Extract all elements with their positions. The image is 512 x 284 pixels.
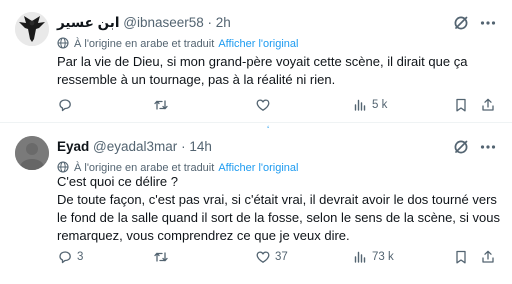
- timestamp[interactable]: 2h: [216, 15, 231, 30]
- separator: ·: [207, 15, 213, 30]
- tweet-header: Eyad @eyadal3mar · 14h: [57, 138, 212, 156]
- show-original-link[interactable]: Afficher l'original: [218, 38, 298, 50]
- like-count: 37: [275, 251, 288, 263]
- avatar[interactable]: [15, 136, 49, 170]
- like-icon: [256, 99, 270, 111]
- avatar-image: [15, 136, 49, 170]
- reply-count: 3: [77, 251, 84, 263]
- translation-note: À l'origine en arabe et traduit Afficher …: [57, 37, 298, 51]
- timestamp[interactable]: 14h: [189, 139, 212, 154]
- retweet-button[interactable]: [153, 247, 173, 267]
- tweet-text: Par la vie de Dieu, si mon grand-père vo…: [57, 54, 468, 87]
- share-button[interactable]: [480, 95, 496, 115]
- handle[interactable]: @eyadal3mar: [93, 139, 177, 154]
- bookmark-button[interactable]: [453, 95, 469, 115]
- like-button[interactable]: [255, 95, 275, 115]
- separator: ·: [181, 139, 186, 154]
- views-count: 5 k: [372, 99, 388, 111]
- share-button[interactable]: [480, 247, 496, 267]
- more-icon[interactable]: [478, 13, 498, 33]
- globe-icon: [57, 161, 69, 173]
- like-icon: [256, 251, 270, 263]
- more-icon[interactable]: [478, 137, 498, 157]
- like-button[interactable]: 37: [255, 247, 288, 267]
- reply-button[interactable]: 3: [57, 247, 83, 267]
- tweet-text: C'est quoi ce délire ? De toute façon, c…: [57, 174, 500, 243]
- avatar[interactable]: [15, 12, 49, 46]
- views-icon: [354, 251, 366, 263]
- views-icon: [354, 99, 366, 111]
- handle[interactable]: @ibnaseer58: [123, 15, 204, 30]
- views-button[interactable]: 5 k: [352, 95, 387, 115]
- reply-button[interactable]: [57, 95, 77, 115]
- reply-icon: [59, 251, 71, 264]
- tweet-header: ابن عسير @ibnaseer58 · 2h: [57, 14, 231, 32]
- grok-icon[interactable]: [452, 14, 470, 32]
- translation-label: À l'origine en arabe et traduit: [74, 38, 215, 50]
- share-icon: [482, 250, 494, 263]
- views-count: 73 k: [372, 251, 394, 263]
- action-bar: 5 k: [57, 95, 507, 115]
- bookmark-icon: [456, 98, 466, 112]
- display-name[interactable]: ابن عسير: [57, 15, 119, 30]
- display-name[interactable]: Eyad: [57, 139, 89, 154]
- retweet-icon: [154, 252, 168, 262]
- retweet-button[interactable]: [153, 95, 173, 115]
- grok-icon[interactable]: [452, 138, 470, 156]
- stray-mark: ʻ: [267, 125, 270, 136]
- tweet[interactable]: ʻ Eyad @eyadal3mar · 14h À l'origine en …: [0, 124, 512, 284]
- views-button[interactable]: 73 k: [352, 247, 394, 267]
- globe-icon: [57, 37, 69, 49]
- reply-icon: [59, 99, 71, 112]
- action-bar: 3 37 73 k: [57, 247, 507, 267]
- avatar-eagle-image: [15, 12, 49, 46]
- share-icon: [482, 98, 494, 111]
- retweet-icon: [154, 100, 168, 110]
- tweet[interactable]: ابن عسير @ibnaseer58 · 2h À l'origine en…: [0, 0, 512, 123]
- bookmark-icon: [456, 250, 466, 264]
- bookmark-button[interactable]: [453, 247, 469, 267]
